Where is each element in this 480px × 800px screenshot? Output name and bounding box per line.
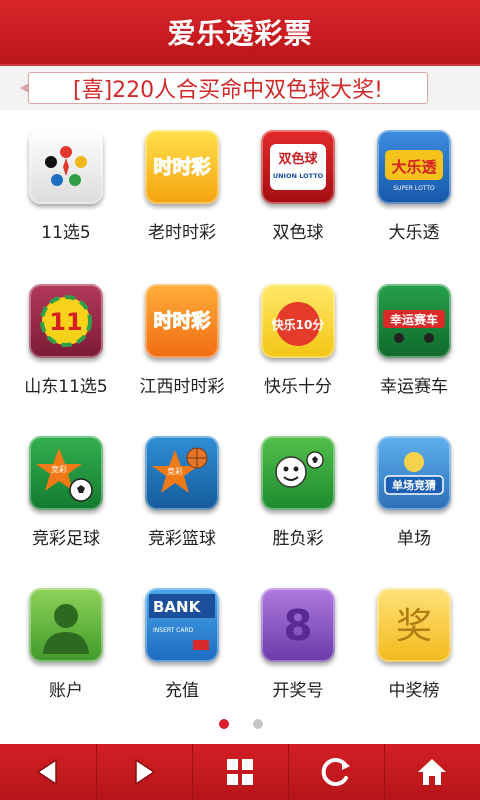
game-label: 竞彩足球 (32, 529, 100, 549)
icon-subtext: SUPER LOTTO (393, 185, 435, 192)
game-tile-jiangxi-shishicai[interactable]: 时时彩 江西时时彩 (122, 284, 242, 424)
kuaile-shifen-logo-icon: 快乐10分 (261, 284, 335, 358)
back-button[interactable] (0, 744, 97, 800)
icon-text: 单场竞猜 (392, 478, 436, 492)
icon-text: 11 (49, 308, 82, 336)
icon-text: 快乐10分 (272, 317, 325, 332)
game-tile-jingcai-basketball[interactable]: 竞彩 竞彩篮球 (122, 436, 242, 576)
ticker-bar: [喜]220人合买命中双色球大奖! (0, 66, 480, 110)
game-tile-shuangseqiu[interactable]: 双色球 UNION LOTTO 双色球 (238, 130, 358, 270)
game-grid: 11选5 时时彩 老时时彩 双色球 UNION LOTTO 双色球 大乐透 SU… (0, 130, 480, 710)
grid-icon (227, 759, 253, 785)
icon-subtext: INSERT CARD (153, 627, 194, 634)
game-label: 双色球 (272, 223, 324, 243)
game-label: 幸运赛车 (380, 377, 448, 397)
game-tile-single-match[interactable]: 单场竞猜 单场 (354, 436, 474, 576)
game-tile-lao-shishicai[interactable]: 时时彩 老时时彩 (122, 130, 242, 270)
icon-text: 双色球 (278, 151, 318, 167)
union-lotto-logo-icon: 双色球 UNION LOTTO (261, 130, 335, 204)
win-lose-logo-icon (261, 436, 335, 510)
game-label: 快乐十分 (264, 377, 332, 397)
game-label: 竞彩篮球 (148, 529, 216, 549)
arrow-right-icon (135, 758, 156, 786)
tile-label: 开奖号 (272, 681, 324, 701)
home-button[interactable] (384, 744, 480, 800)
bottom-toolbar (0, 744, 480, 800)
draw-number-icon: 8 (261, 588, 335, 662)
game-label: 山东11选5 (24, 377, 108, 397)
home-icon (418, 759, 446, 785)
game-label: 单场 (397, 529, 431, 549)
refresh-button[interactable] (288, 744, 385, 800)
icon-text: 幸运赛车 (390, 312, 438, 327)
icon-subtext: UNION LOTTO (273, 172, 324, 180)
refresh-icon (321, 758, 350, 786)
icon-text: BANK (153, 598, 202, 616)
soccer-logo-icon: 竞彩 (29, 436, 103, 510)
tile-label: 充值 (165, 681, 199, 701)
game-tile-shandong-11x5[interactable]: 11 山东11选5 (6, 284, 126, 424)
shishicai-logo-icon: 时时彩 (145, 130, 219, 204)
jiangxi-shishicai-logo-icon: 时时彩 (145, 284, 219, 358)
icon-text: 大乐透 (391, 158, 437, 176)
page-dot-active[interactable] (219, 719, 229, 729)
game-label: 11选5 (41, 223, 91, 243)
tile-prize-list[interactable]: 奖 中奖榜 (354, 588, 474, 728)
game-label: 胜负彩 (272, 529, 324, 549)
prize-list-icon: 奖 (377, 588, 451, 662)
tile-draw-numbers[interactable]: 8 开奖号 (238, 588, 358, 728)
tile-account[interactable]: 账户 (6, 588, 126, 728)
page-dot[interactable] (253, 719, 263, 729)
game-tile-daletou[interactable]: 大乐透 SUPER LOTTO 大乐透 (354, 130, 474, 270)
shandong-11x5-logo-icon: 11 (29, 284, 103, 358)
bank-card-icon: BANK INSERT CARD (145, 588, 219, 662)
tile-label: 账户 (49, 681, 83, 701)
game-tile-11x5[interactable]: 11选5 (6, 130, 126, 270)
game-tile-lucky-racing[interactable]: 幸运赛车 幸运赛车 (354, 284, 474, 424)
arrow-left-icon (36, 758, 57, 786)
game-tile-jingcai-soccer[interactable]: 竞彩 竞彩足球 (6, 436, 126, 576)
icon-text: 时时彩 (153, 310, 210, 332)
app-title: 爱乐透彩票 (167, 17, 313, 50)
grid-menu-button[interactable] (192, 744, 289, 800)
tile-label: 中奖榜 (388, 681, 440, 701)
lucky-racing-logo-icon: 幸运赛车 (377, 284, 451, 358)
single-match-logo-icon: 单场竞猜 (377, 436, 451, 510)
game-label: 江西时时彩 (139, 377, 225, 397)
icon-text: 时时彩 (153, 156, 210, 178)
forward-button[interactable] (96, 744, 193, 800)
game-tile-win-lose[interactable]: 胜负彩 (238, 436, 358, 576)
game-label: 大乐透 (388, 223, 440, 243)
super-lotto-logo-icon: 大乐透 SUPER LOTTO (377, 130, 451, 204)
ticker-text: [喜]220人合买命中双色球大奖! (73, 78, 383, 103)
icon-text: 竞彩 (167, 466, 183, 476)
speech-tail-icon (20, 83, 29, 93)
basketball-logo-icon: 竞彩 (145, 436, 219, 510)
tile-recharge[interactable]: BANK INSERT CARD 充值 (122, 588, 242, 728)
game-label: 老时时彩 (148, 223, 216, 243)
news-ticker[interactable]: [喜]220人合买命中双色球大奖! (20, 72, 428, 104)
page-indicator (0, 716, 480, 732)
account-icon (29, 588, 103, 662)
title-bar: 爱乐透彩票 (0, 0, 480, 66)
icon-text: 奖 (396, 606, 432, 647)
11x5-logo-icon (29, 130, 103, 204)
game-tile-kuaile-shifen[interactable]: 快乐10分 快乐十分 (238, 284, 358, 424)
icon-text: 竞彩 (51, 464, 67, 474)
icon-text: 8 (283, 601, 312, 650)
